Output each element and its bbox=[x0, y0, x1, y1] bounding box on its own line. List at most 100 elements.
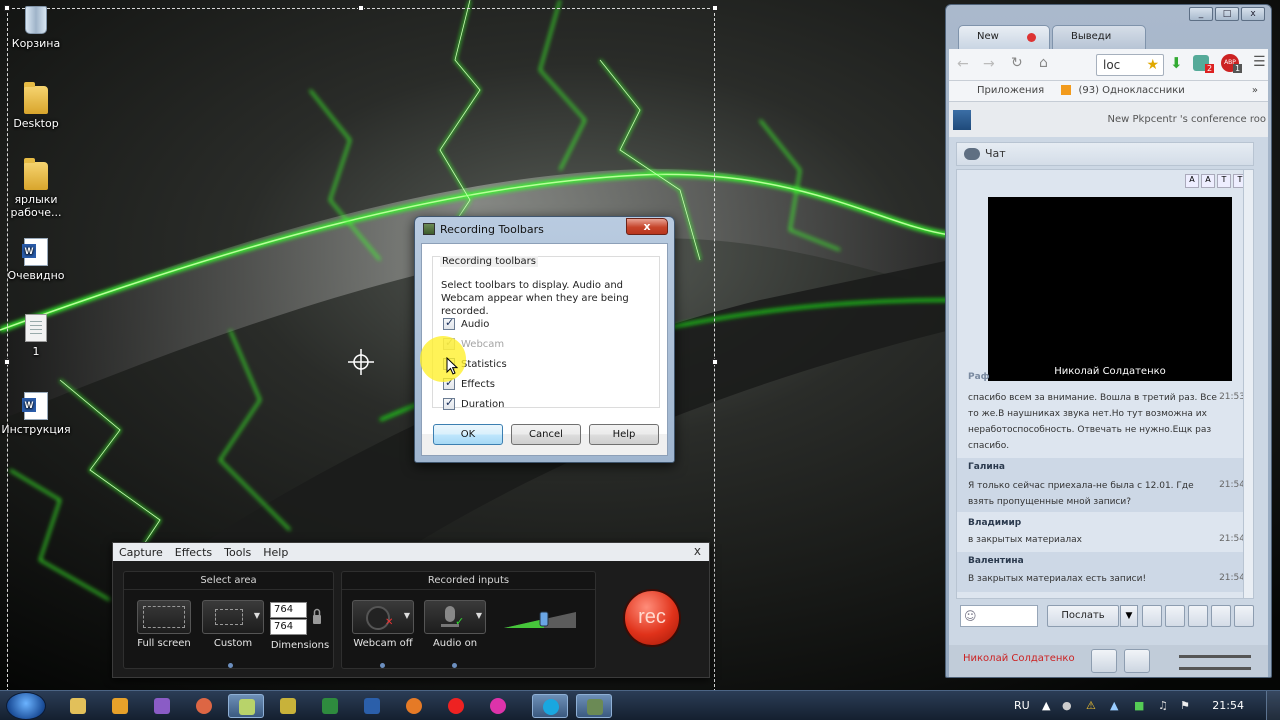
maximize-button[interactable]: □ bbox=[1215, 7, 1239, 21]
visual-studio-icon bbox=[154, 698, 170, 714]
taskbar-firefox[interactable] bbox=[396, 694, 432, 718]
send-button[interactable]: Послать bbox=[1047, 605, 1119, 627]
show-desktop-button[interactable] bbox=[1266, 691, 1280, 720]
resize-handle[interactable] bbox=[712, 359, 718, 365]
send-options-dropdown[interactable]: ▼ bbox=[1120, 605, 1138, 627]
language-indicator[interactable]: RU bbox=[1014, 699, 1030, 712]
desktop-icon-ochevidno[interactable]: Очевидно bbox=[0, 238, 72, 282]
desktop-icon-label: ярлыки рабоче... bbox=[10, 193, 62, 219]
option-audio[interactable]: Audio bbox=[443, 316, 490, 330]
desktop-icon-instruktsiya[interactable]: Инструкция bbox=[0, 392, 72, 436]
full-screen-button[interactable]: Full screen bbox=[136, 600, 192, 649]
taskbar-recorder[interactable] bbox=[576, 694, 612, 718]
taskbar-visual-studio[interactable] bbox=[144, 694, 180, 718]
taskbar-yandex[interactable] bbox=[438, 694, 474, 718]
desktop-icon-shortcuts-folder[interactable]: ярлыки рабоче... bbox=[0, 158, 72, 219]
height-input[interactable]: 764 bbox=[270, 619, 307, 635]
home-icon[interactable]: ⌂ bbox=[1039, 55, 1048, 71]
address-bar[interactable]: loc ★ bbox=[1096, 54, 1164, 76]
bookmark-star-icon[interactable]: ★ bbox=[1146, 55, 1159, 75]
tray-arrow-icon[interactable]: ▲ bbox=[1042, 699, 1050, 712]
taskbar-media-player[interactable] bbox=[102, 694, 138, 718]
notes-icon bbox=[239, 699, 255, 715]
webcam-toggle-button[interactable]: ✕ ▼ Webcam off bbox=[352, 600, 414, 649]
tray-flag-icon[interactable]: ⚑ bbox=[1180, 699, 1190, 712]
lock-aspect-icon[interactable] bbox=[311, 606, 323, 630]
desktop-icon-desktop-folder[interactable]: Desktop bbox=[0, 82, 72, 130]
message-text: в закрытых материалах bbox=[968, 535, 1083, 545]
option-duration[interactable]: Duration bbox=[443, 396, 504, 410]
font-decrease-icon[interactable]: A bbox=[1201, 174, 1215, 188]
width-input[interactable]: 764 bbox=[270, 602, 307, 618]
tray-speaker-icon[interactable]: ♫ bbox=[1158, 699, 1168, 712]
link-icon[interactable] bbox=[1165, 605, 1185, 627]
taskbar-app[interactable] bbox=[270, 694, 306, 718]
forward-icon[interactable]: → bbox=[983, 56, 995, 72]
taskbar-clock[interactable]: 21:54 bbox=[1212, 699, 1244, 712]
menu-capture[interactable]: Capture bbox=[119, 546, 163, 559]
option-label: Audio bbox=[461, 318, 490, 330]
start-button[interactable] bbox=[6, 692, 46, 720]
recorded-inputs-title: Recorded inputs bbox=[342, 572, 595, 590]
text-style-icon[interactable]: T bbox=[1217, 174, 1231, 188]
menu-effects[interactable]: Effects bbox=[175, 546, 212, 559]
taskbar-excel[interactable] bbox=[312, 694, 348, 718]
volume-slider[interactable] bbox=[1179, 655, 1251, 658]
tray-app-icon[interactable]: ● bbox=[1062, 699, 1072, 712]
chat-scrollbar[interactable] bbox=[1243, 170, 1253, 598]
font-increase-icon[interactable]: A bbox=[1185, 174, 1199, 188]
menu-icon[interactable]: ☰ bbox=[1253, 54, 1266, 70]
audio-toggle-button[interactable]: ✓ ▼ Audio on bbox=[424, 600, 486, 649]
taskbar-chrome[interactable] bbox=[186, 694, 222, 718]
duration-checkbox[interactable] bbox=[443, 396, 455, 410]
tray-network-icon[interactable]: ▲ bbox=[1110, 699, 1118, 712]
emoji-icon[interactable]: ☺ bbox=[964, 609, 977, 623]
mic-level-slider[interactable] bbox=[1179, 667, 1251, 670]
webcam-button[interactable] bbox=[1124, 649, 1150, 673]
back-icon[interactable]: ← bbox=[957, 56, 969, 72]
more-bookmarks-icon[interactable]: » bbox=[1252, 81, 1258, 101]
desktop-icon-recycle-bin[interactable]: Корзина bbox=[0, 6, 72, 50]
chat-message-input[interactable]: ☺ bbox=[960, 605, 1038, 627]
taskbar-explorer[interactable] bbox=[60, 694, 96, 718]
close-button[interactable]: x bbox=[1241, 7, 1265, 21]
resize-handle[interactable] bbox=[4, 359, 10, 365]
eraser-icon[interactable] bbox=[1142, 605, 1162, 627]
cursor-highlight bbox=[420, 336, 466, 382]
minimize-button[interactable]: _ bbox=[1189, 7, 1213, 21]
excel-icon bbox=[322, 698, 338, 714]
taskbar-skype[interactable] bbox=[532, 694, 568, 718]
bookmark-odnoklassniki[interactable]: (93) Одноклассники bbox=[1078, 85, 1184, 96]
ok-button[interactable]: OK bbox=[433, 424, 503, 445]
audio-level-slider[interactable] bbox=[502, 608, 578, 632]
record-button[interactable]: rec bbox=[623, 589, 681, 647]
taskbar-word[interactable] bbox=[354, 694, 390, 718]
menu-tools[interactable]: Tools bbox=[224, 546, 251, 559]
bookmark-apps[interactable]: Приложения bbox=[977, 85, 1044, 96]
download-icon[interactable]: ⬇ bbox=[1170, 54, 1183, 72]
reload-icon[interactable]: ↻ bbox=[1011, 55, 1023, 71]
desktop-icon-file-1[interactable]: 1 bbox=[0, 314, 72, 358]
menu-help[interactable]: Help bbox=[263, 546, 288, 559]
resize-handle[interactable] bbox=[358, 5, 364, 11]
resize-handle[interactable] bbox=[712, 5, 718, 11]
tray-security-icon[interactable]: ■ bbox=[1134, 699, 1144, 712]
webcam-indicator bbox=[380, 663, 385, 668]
taskbar-notes[interactable] bbox=[228, 694, 264, 718]
cancel-button[interactable]: Cancel bbox=[511, 424, 581, 445]
microphone-button[interactable] bbox=[1091, 649, 1117, 673]
save-icon[interactable] bbox=[1234, 605, 1254, 627]
tray-warning-icon[interactable]: ⚠ bbox=[1086, 699, 1096, 712]
taskbar-picasa[interactable] bbox=[480, 694, 516, 718]
recorder-close-button[interactable]: x bbox=[694, 544, 701, 558]
tab-vyvedi[interactable]: Выведи bbox=[1052, 25, 1146, 49]
custom-area-button[interactable]: ▼ Custom bbox=[202, 600, 264, 649]
dialog-close-button[interactable]: x bbox=[626, 218, 668, 235]
lock-icon[interactable] bbox=[1211, 605, 1231, 627]
folder-icon bbox=[24, 158, 48, 190]
eye-icon[interactable] bbox=[1188, 605, 1208, 627]
help-button[interactable]: Help bbox=[589, 424, 659, 445]
tab-new[interactable]: New bbox=[958, 25, 1050, 49]
move-crosshair-icon[interactable] bbox=[348, 349, 374, 375]
audio-checkbox[interactable] bbox=[443, 316, 455, 330]
